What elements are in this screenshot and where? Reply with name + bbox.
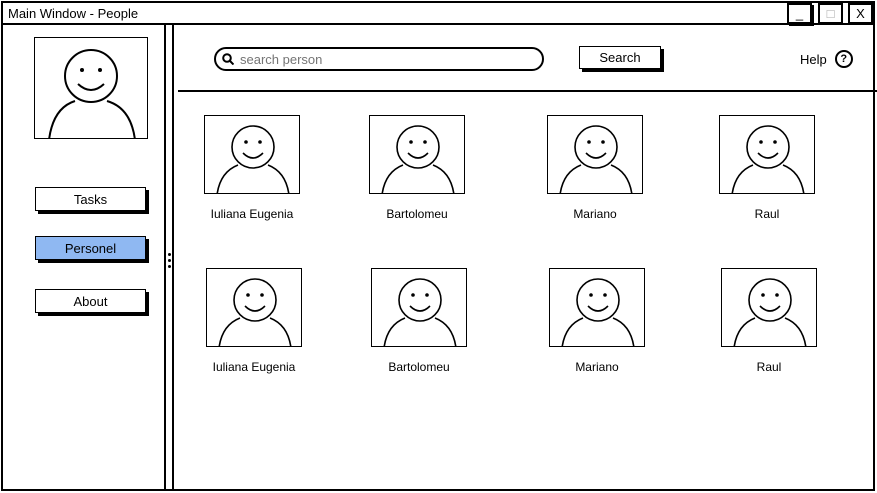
person-name: Bartolomeu	[386, 207, 448, 221]
maximize-button[interactable]: □	[818, 3, 843, 24]
header-divider	[178, 90, 877, 92]
person-avatar-icon	[731, 125, 805, 193]
person-name: Bartolomeu	[388, 360, 450, 374]
sidebar-item-about[interactable]: About	[35, 289, 146, 313]
person-name: Raul	[754, 207, 780, 221]
person-photo[interactable]	[719, 115, 815, 194]
help-label: Help	[800, 51, 827, 67]
person-card[interactable]: Mariano	[527, 268, 667, 374]
person-card[interactable]: Iuliana Eugenia	[184, 268, 324, 374]
person-card[interactable]: Bartolomeu	[349, 268, 489, 374]
splitter-handle[interactable]	[168, 253, 171, 271]
sidebar-item-personel[interactable]: Personel	[35, 236, 146, 260]
search-button[interactable]: Search	[579, 46, 661, 69]
user-avatar	[34, 37, 148, 139]
window-title: Main Window - People	[8, 6, 139, 21]
person-card[interactable]: Mariano	[525, 115, 665, 221]
person-photo[interactable]	[549, 268, 645, 347]
person-avatar-icon	[561, 278, 635, 346]
sidebar-item-tasks[interactable]: Tasks	[35, 187, 146, 211]
person-photo[interactable]	[547, 115, 643, 194]
person-photo[interactable]	[204, 115, 300, 194]
person-avatar-icon	[381, 125, 455, 193]
person-name: Raul	[756, 360, 782, 374]
search-input[interactable]	[238, 50, 532, 68]
person-name: Iuliana Eugenia	[210, 207, 294, 221]
person-photo[interactable]	[206, 268, 302, 347]
person-avatar-icon	[733, 278, 807, 346]
title-bar: Main Window - People _ □ X	[3, 3, 873, 25]
help-icon[interactable]: ?	[834, 50, 853, 68]
close-button[interactable]: X	[848, 3, 873, 24]
person-avatar-icon	[559, 125, 633, 193]
splitter-line	[172, 25, 174, 489]
person-avatar-icon	[48, 49, 136, 138]
person-name: Mariano	[573, 207, 617, 221]
person-photo[interactable]	[371, 268, 467, 347]
minimize-button[interactable]: _	[787, 3, 812, 24]
search-field[interactable]	[214, 47, 544, 71]
person-photo[interactable]	[721, 268, 817, 347]
person-name: Iuliana Eugenia	[212, 360, 296, 374]
person-name: Mariano	[575, 360, 619, 374]
person-card[interactable]: Raul	[697, 115, 837, 221]
person-avatar-icon	[216, 125, 290, 193]
help-link[interactable]: Help ?	[800, 50, 853, 68]
person-card[interactable]: Raul	[699, 268, 839, 374]
person-avatar-icon	[383, 278, 457, 346]
person-avatar-icon	[218, 278, 292, 346]
person-photo[interactable]	[369, 115, 465, 194]
search-icon	[222, 53, 234, 65]
person-card[interactable]: Iuliana Eugenia	[182, 115, 322, 221]
person-card[interactable]: Bartolomeu	[347, 115, 487, 221]
main-window: Main Window - People _ □ X Tasks Persone…	[1, 1, 877, 491]
sidebar: Tasks Personel About	[3, 25, 166, 489]
